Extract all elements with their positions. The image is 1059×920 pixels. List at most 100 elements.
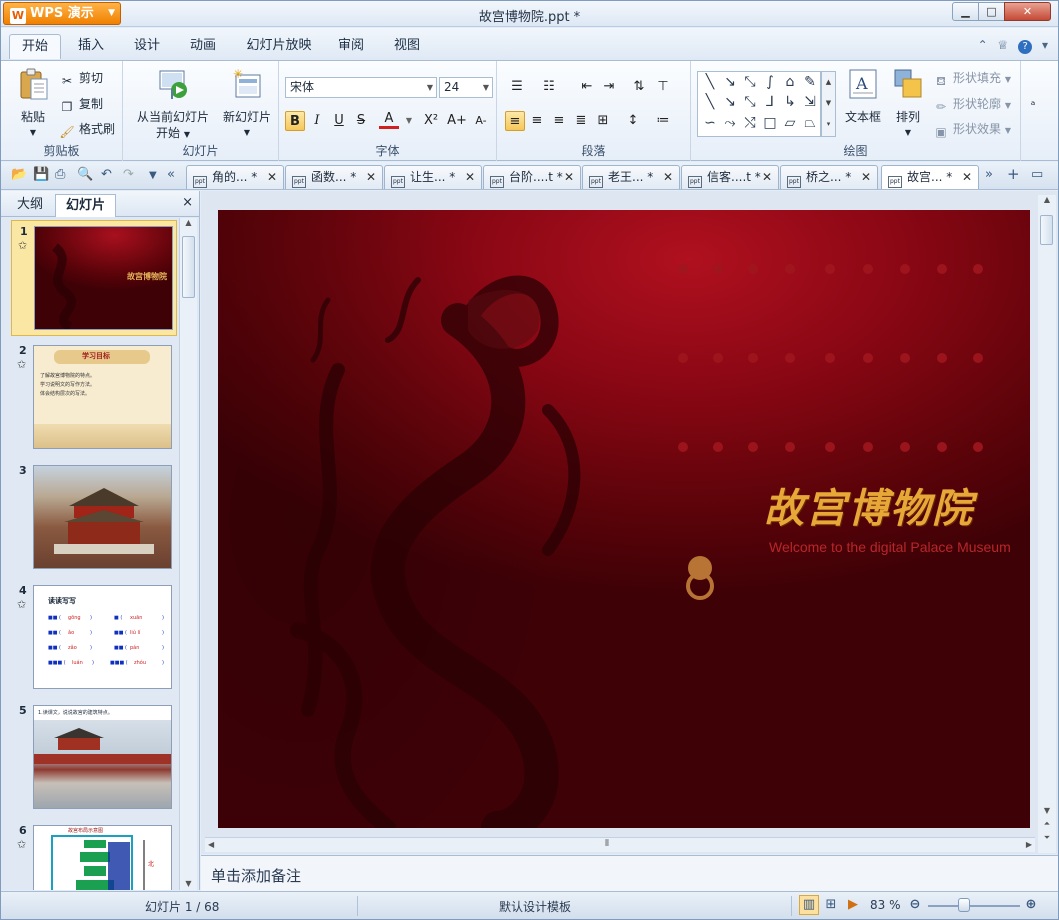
new-slide-button[interactable]: ✳ 新幻灯片 ▼	[219, 67, 275, 141]
shape-fill-button[interactable]: ⛾ 形状填充 ▼	[933, 69, 1011, 89]
decrease-indent-icon[interactable]: ⇤	[577, 77, 597, 97]
redo-icon[interactable]: ↷	[123, 167, 134, 182]
bullets-icon[interactable]: ☰	[507, 77, 527, 97]
textbox-button[interactable]: A 文本框	[843, 67, 883, 125]
arrange-button[interactable]: 排列 ▼	[889, 67, 927, 141]
font-color-dropdown[interactable]: ▼	[399, 111, 419, 131]
skin-icon[interactable]: ♕	[998, 38, 1009, 52]
options-icon[interactable]: ▾	[1042, 38, 1048, 52]
maximize-button[interactable]: □	[978, 2, 1005, 21]
slide-thumb-1[interactable]: 1 ✩ 故宫博物院	[11, 220, 177, 336]
thumbnail-scrollbar[interactable]: ▲ ▼	[179, 218, 197, 890]
tab-home[interactable]: 开始	[9, 34, 61, 59]
scrollbar-thumb[interactable]	[1040, 215, 1053, 245]
paste-button[interactable]: 粘贴 ▼	[11, 67, 55, 141]
grow-font-button[interactable]: A+	[447, 111, 467, 131]
doc-tab[interactable]: ppt 角的... * ✕	[186, 165, 284, 189]
doc-tab[interactable]: ppt 函数... * ✕	[285, 165, 383, 189]
tabs-left-icon[interactable]: «	[167, 167, 175, 182]
undo-icon[interactable]: ↶	[101, 167, 112, 182]
close-pane-icon[interactable]: ×	[182, 195, 193, 210]
tab-outline[interactable]: 大纲	[7, 194, 53, 217]
tab-view[interactable]: 视图	[385, 34, 429, 59]
play-from-current-button[interactable]: 从当前幻灯片 开始 ▼	[129, 67, 217, 143]
underline-button[interactable]: U	[329, 111, 349, 131]
save-icon[interactable]: 💾	[33, 167, 49, 182]
slide-thumb-5[interactable]: 5 1.读课文，说说故宫的建筑特点。	[11, 700, 177, 816]
slide-thumb-4[interactable]: 4 ✩ 读读写写 ■■ (ɡōnɡ) ■ (xuān) ■■ (ǎo) ■■ (…	[11, 580, 177, 696]
zoom-in-icon[interactable]: ⊕	[1021, 895, 1041, 915]
italic-button[interactable]: I	[307, 111, 327, 131]
align-right-icon[interactable]: ≡	[549, 111, 569, 131]
textbox-icon: A	[849, 69, 877, 99]
slide-counter: 幻灯片 1 / 68	[145, 900, 220, 914]
numbering-icon[interactable]: ☷	[539, 77, 559, 97]
slideshow-view-icon[interactable]: ▶	[843, 895, 863, 915]
font-size-select[interactable]: 24 ▼	[439, 77, 493, 98]
notes-placeholder[interactable]: 单击添加备注	[211, 865, 301, 886]
doc-tab[interactable]: ppt 信客....t * ✕	[681, 165, 779, 189]
slide-sorter-icon[interactable]: ⊞	[821, 895, 841, 915]
strikethrough-button[interactable]: S	[351, 111, 371, 131]
slide-thumb-2[interactable]: 2 ✩ 学习目标 了解故宫博物院的特点。 学习说明文的写作方法。 体会结构层次的…	[11, 340, 177, 456]
doc-tab[interactable]: ppt 让生... * ✕	[384, 165, 482, 189]
collapse-ribbon-icon[interactable]: ⌃	[978, 38, 988, 52]
increase-indent-icon[interactable]: ⇥	[599, 77, 619, 97]
justify-icon[interactable]: ≣	[571, 111, 591, 131]
print-preview-icon[interactable]: 🔍	[77, 167, 93, 182]
new-tab-icon[interactable]: +	[1007, 165, 1020, 183]
shrink-font-button[interactable]: A-	[471, 111, 491, 131]
superscript-button[interactable]: X²	[419, 111, 443, 131]
slide-thumb-6[interactable]: 6 ✩ 故宫布局示意图 北	[11, 820, 177, 890]
doc-tab[interactable]: ppt 老王... * ✕	[582, 165, 680, 189]
paragraph-spacing-icon[interactable]: ≔	[653, 111, 673, 131]
close-button[interactable]: ✕	[1004, 2, 1051, 21]
scroll-down-icon: ▼	[185, 879, 192, 888]
print-icon[interactable]: ⎙	[55, 167, 65, 182]
distribute-icon[interactable]: ⊞	[593, 111, 613, 131]
slide-thumb-3[interactable]: 3	[11, 460, 177, 576]
tab-review[interactable]: 审阅	[329, 34, 373, 59]
tab-slideshow[interactable]: 幻灯片放映	[237, 34, 321, 59]
normal-view-icon[interactable]: ▥	[799, 895, 819, 915]
tabs-right-icon[interactable]: »	[985, 167, 993, 182]
format-painter-button[interactable]: 🖌 格式刷	[59, 120, 115, 140]
tab-slides[interactable]: 幻灯片	[55, 194, 117, 217]
shapes-gallery[interactable]: ╲ ↘ ⤡ ∫ ⌂ ✎ ╲ ↘ ⤡ ⅃ ↳ ⇲ ∽ ⤳ ⤭ □ ▱ ⏢	[697, 71, 821, 137]
zoom-slider[interactable]	[928, 905, 1020, 907]
shape-effect-button[interactable]: ▣ 形状效果 ▼	[933, 120, 1011, 140]
copy-button[interactable]: ❐ 复制	[59, 95, 103, 115]
zoom-out-icon[interactable]: ⊖	[905, 895, 925, 915]
tab-insert[interactable]: 插入	[67, 34, 115, 59]
customize-icon[interactable]: ▼	[149, 170, 157, 181]
bold-button[interactable]: B	[285, 111, 305, 131]
horizontal-scrollbar[interactable]: ◀ ⦀ ▶	[205, 837, 1035, 852]
zoom-slider-knob[interactable]	[958, 898, 970, 912]
notes-pane[interactable]: 单击添加备注	[201, 855, 1058, 891]
line-spacing-icon[interactable]: ↕	[623, 111, 643, 131]
gallery-scroll[interactable]: ▲ ▼ ▾	[821, 71, 836, 137]
align-text-icon[interactable]: ⊤	[653, 77, 673, 97]
cut-button[interactable]: ✂ 剪切	[59, 69, 103, 89]
svg-text:■■ (: ■■ (	[48, 645, 61, 651]
align-left-icon[interactable]: ≡	[505, 111, 525, 131]
ppt-file-icon: ppt	[589, 176, 603, 188]
more-tools-icon[interactable]: ᵃ	[1025, 95, 1045, 113]
doc-tab[interactable]: ppt 台阶....t * ✕	[483, 165, 581, 189]
shape-outline-button[interactable]: ✏ 形状轮廓 ▼	[933, 95, 1011, 115]
tab-design[interactable]: 设计	[123, 34, 171, 59]
text-direction-icon[interactable]: ⇅	[629, 77, 649, 97]
tab-list-icon[interactable]: ▭	[1031, 167, 1043, 182]
font-color-button[interactable]: A	[379, 111, 399, 129]
slide-canvas[interactable]: 故宫博物院 Welcome to the digital Palace Muse…	[218, 210, 1030, 828]
doc-tab[interactable]: ppt 桥之... * ✕	[780, 165, 878, 189]
doc-tab-active[interactable]: ppt 故宫... * ✕	[881, 165, 979, 189]
align-center-icon[interactable]: ≡	[527, 111, 547, 131]
font-name-select[interactable]: 宋体 ▼	[285, 77, 437, 98]
scrollbar-thumb[interactable]	[182, 236, 195, 298]
minimize-button[interactable]: ▁	[952, 2, 979, 21]
tab-animation[interactable]: 动画	[179, 34, 227, 59]
open-icon[interactable]: 📂	[11, 167, 27, 182]
help-icon[interactable]: ?	[1018, 40, 1033, 54]
vertical-scrollbar[interactable]: ▲ ▼ ⏶ ⏷	[1038, 195, 1056, 853]
